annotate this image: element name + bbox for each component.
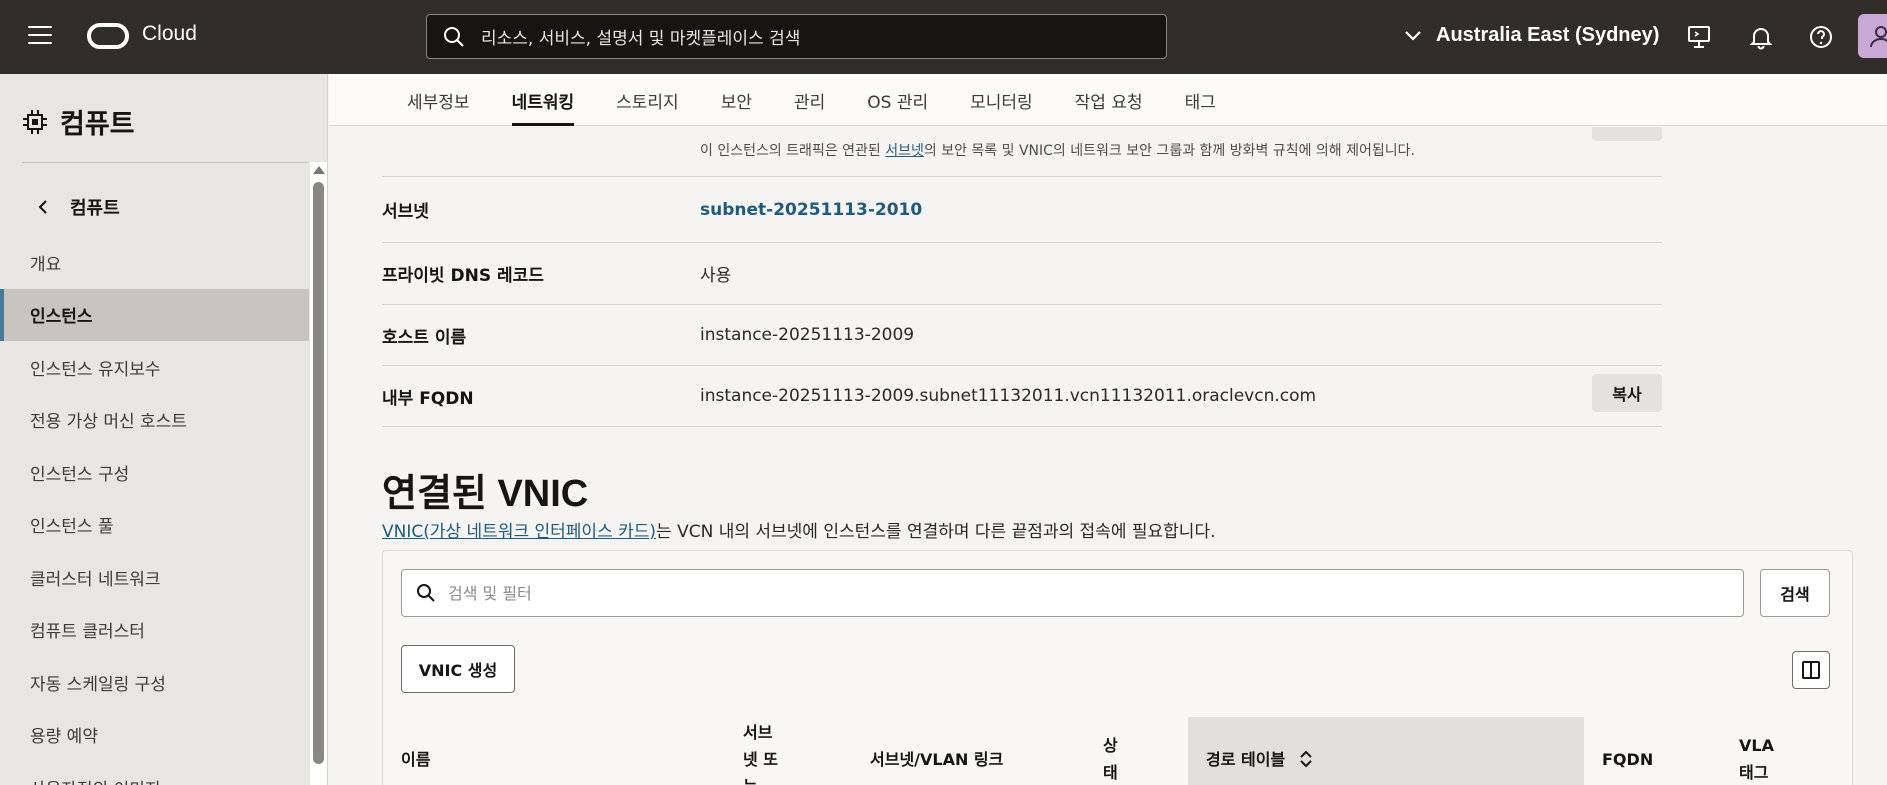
chevron-left-icon <box>38 200 47 214</box>
detail-key: 호스트 이름 <box>382 327 467 348</box>
subnet-link[interactable]: 서브넷 <box>885 143 924 159</box>
tab-networking[interactable]: 네트워킹 <box>491 74 596 126</box>
detail-row-hostname: 호스트 이름 instance-20251113-2009 <box>382 305 1662 366</box>
sidebar-scrollbar[interactable] <box>310 162 327 785</box>
partial-button[interactable] <box>1592 127 1662 141</box>
scrollbar-thumb[interactable] <box>313 182 324 764</box>
detail-value: 사용 <box>700 266 732 286</box>
firewall-note-prefix: 이 인스턴스의 트래픽은 연관된 <box>700 143 886 159</box>
oracle-logo[interactable] <box>87 23 129 49</box>
tab-work-requests[interactable]: 작업 요청 <box>1054 74 1164 126</box>
sidebar-title-label: 컴퓨트 <box>60 109 135 140</box>
detail-row-internal-fqdn: 내부 FQDN instance-20251113-2009.subnet111… <box>382 366 1662 427</box>
section-title: 연결된 VNIC <box>382 473 589 515</box>
detail-key: 서브넷 <box>382 202 429 222</box>
sidebar-item-instance-configurations[interactable]: 인스턴스 구성 <box>0 446 309 499</box>
tab-storage[interactable]: 스토리지 <box>595 74 700 126</box>
tab-management[interactable]: 관리 <box>773 74 846 126</box>
user-icon <box>1870 26 1887 48</box>
sidebar-divider <box>22 162 308 163</box>
chevron-down-icon <box>1405 30 1421 41</box>
detail-key: 프라이빗 DNS 레코드 <box>382 266 544 286</box>
sidebar-item-capacity-reservations[interactable]: 용량 예약 <box>0 709 309 762</box>
column-header-name[interactable]: 이름 <box>401 717 701 785</box>
search-icon <box>417 584 435 602</box>
sidebar-nav: 개요 인스턴스 인스턴스 유지보수 전용 가상 머신 호스트 인스턴스 구성 인… <box>0 236 309 785</box>
detail-row-private-dns: 프라이빗 DNS 레코드 사용 <box>382 243 1662 305</box>
column-header-route-table[interactable]: 경로 테이블 <box>1188 717 1584 785</box>
menu-icon[interactable] <box>28 26 52 48</box>
detail-key: 내부 FQDN <box>382 388 474 409</box>
vnic-table-panel: 검색 VNIC 생성 이름 서브 넷 또 는 서브넷/VLAN 링크 상 태 경… <box>382 550 1853 785</box>
main-content: 이 인스턴스의 트래픽은 연관된 서브넷의 보안 목록 및 VNIC의 네트워크… <box>329 127 1887 785</box>
search-placeholder: 리소스, 서비스, 설명서 및 마켓플레이스 검색 <box>481 29 801 49</box>
sidebar-title: 컴퓨트 <box>22 102 135 141</box>
firewall-note-suffix: 의 보안 목록 및 VNIC의 네트워크 보안 그룹과 함께 방화벽 규칙에 의… <box>923 143 1415 159</box>
scroll-up-arrow[interactable] <box>313 166 325 174</box>
filter-input[interactable] <box>448 583 1648 603</box>
sidebar-item-instance-pools[interactable]: 인스턴스 풀 <box>0 499 309 552</box>
section-description: VNIC(가상 네트워크 인터페이스 카드)는 VCN 내의 서브넷에 인스턴스… <box>382 517 1216 542</box>
brand-name[interactable]: Cloud <box>142 22 197 46</box>
sidebar-item-compute-clusters[interactable]: 컴퓨트 클러스터 <box>0 604 309 657</box>
subnet-value-link[interactable]: subnet-20251113-2010 <box>700 200 922 220</box>
sidebar-item-autoscaling[interactable]: 자동 스케일링 구성 <box>0 656 309 709</box>
search-icon <box>444 26 464 47</box>
column-header-fqdn[interactable]: FQDN <box>1602 717 1682 785</box>
chip-icon <box>23 109 47 134</box>
help-icon[interactable] <box>1808 24 1834 50</box>
route-table-label: 경로 테이블 <box>1206 749 1286 769</box>
sidebar-item-overview[interactable]: 개요 <box>0 236 309 289</box>
detail-value: instance-20251113-2009 <box>700 325 915 345</box>
detail-row-subnet: 서브넷 subnet-20251113-2010 <box>382 177 1662 243</box>
detail-value: instance-20251113-2009.subnet11132011.vc… <box>700 386 1317 406</box>
sidebar-back-label: 컴퓨트 <box>70 198 120 219</box>
region-selector[interactable]: Australia East (Sydney) <box>1404 24 1659 47</box>
sort-icon <box>1300 750 1312 768</box>
copy-button[interactable]: 복사 <box>1592 374 1662 412</box>
create-vnic-button[interactable]: VNIC 생성 <box>401 645 515 693</box>
vnic-doc-link[interactable]: VNIC(가상 네트워크 인터페이스 카드) <box>382 522 656 542</box>
tab-os-management[interactable]: OS 관리 <box>846 74 949 126</box>
table-header: 이름 서브 넷 또 는 서브넷/VLAN 링크 상 태 경로 테이블 FQDN … <box>383 717 1852 785</box>
sidebar-item-instances[interactable]: 인스턴스 <box>0 288 309 341</box>
sidebar-item-cluster-networks[interactable]: 클러스터 네트워크 <box>0 551 309 604</box>
columns-icon <box>1802 661 1820 679</box>
section-description-text: 는 VCN 내의 서브넷에 인스턴스를 연결하며 다른 끝점과의 접속에 필요합… <box>656 522 1216 542</box>
tab-monitoring[interactable]: 모니터링 <box>949 74 1054 126</box>
firewall-note: 이 인스턴스의 트래픽은 연관된 서브넷의 보안 목록 및 VNIC의 네트워크… <box>700 140 1415 160</box>
top-bar: Cloud 리소스, 서비스, 설명서 및 마켓플레이스 검색 Australi… <box>0 0 1887 74</box>
detail-tabs: 세부정보 네트워킹 스토리지 보안 관리 OS 관리 모니터링 작업 요청 태그 <box>329 74 1887 126</box>
tab-security[interactable]: 보안 <box>700 74 773 126</box>
cloud-shell-icon[interactable] <box>1686 24 1712 50</box>
column-header-state[interactable]: 상 태 <box>1103 717 1143 785</box>
region-label: Australia East (Sydney) <box>1436 24 1660 46</box>
global-search-input[interactable]: 리소스, 서비스, 설명서 및 마켓플레이스 검색 <box>426 14 1167 59</box>
sidebar-item-dedicated-vm-hosts[interactable]: 전용 가상 머신 호스트 <box>0 394 309 447</box>
sidebar-back-link[interactable]: 컴퓨트 <box>38 194 120 220</box>
filter-field[interactable] <box>401 569 1744 617</box>
tab-tags[interactable]: 태그 <box>1164 74 1237 126</box>
avatar[interactable] <box>1858 14 1887 58</box>
column-header-vlan-tag[interactable]: VLA 태그 <box>1739 717 1799 785</box>
sidebar: 컴퓨트 컴퓨트 개요 인스턴스 인스턴스 유지보수 전용 가상 머신 호스트 인… <box>0 74 328 785</box>
column-settings-button[interactable] <box>1792 651 1830 689</box>
tab-details[interactable]: 세부정보 <box>386 74 491 126</box>
column-header-subnet-link[interactable]: 서브넷/VLAN 링크 <box>870 717 1070 785</box>
column-header-subnet-or-vlan[interactable]: 서브 넷 또 는 <box>743 717 803 785</box>
sidebar-item-custom-images[interactable]: 사용자정의 이미지 <box>0 761 309 785</box>
bell-icon[interactable] <box>1748 24 1774 50</box>
search-button[interactable]: 검색 <box>1760 569 1830 617</box>
sidebar-item-instance-maintenance[interactable]: 인스턴스 유지보수 <box>0 341 309 394</box>
